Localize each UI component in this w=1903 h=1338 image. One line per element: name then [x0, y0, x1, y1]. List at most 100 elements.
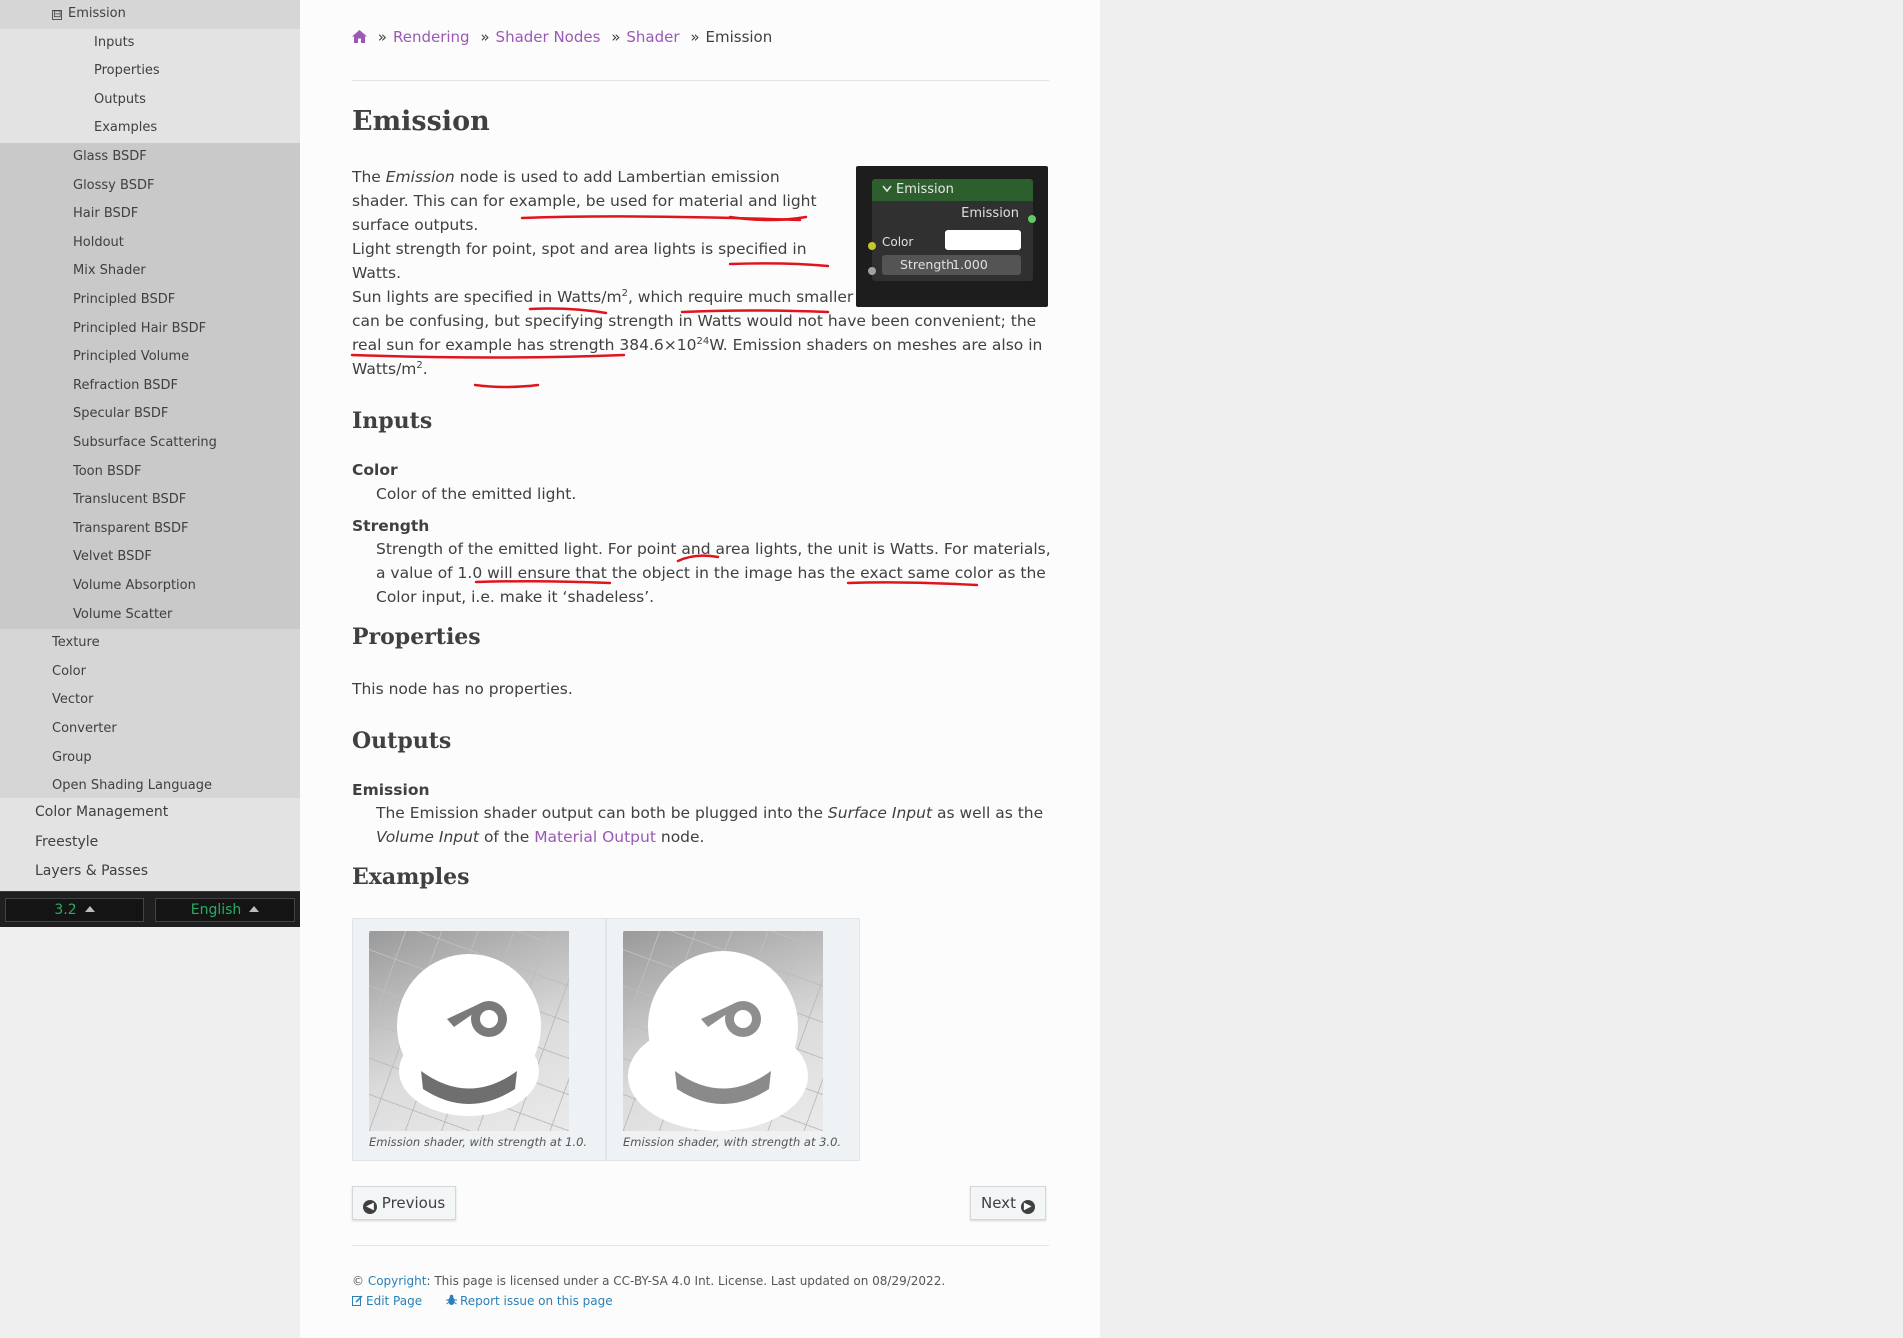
sidebar-item-volume-scatter[interactable]: Volume Scatter	[0, 600, 300, 630]
sidebar-item-mix-shader[interactable]: Mix Shader	[0, 257, 300, 286]
sidebar-item-freestyle[interactable]: Freestyle	[0, 827, 300, 857]
copyright-link[interactable]: Copyright	[368, 1274, 427, 1288]
page-title: Emission	[352, 106, 490, 137]
material-output-link[interactable]: Material Output	[534, 828, 656, 846]
breadcrumb-shader[interactable]: Shader	[626, 28, 679, 46]
strength-socket-icon	[868, 267, 876, 275]
breadcrumb-separator: »	[480, 28, 490, 46]
sidebar-item-outputs[interactable]: Outputs	[0, 85, 300, 115]
node-strength-value: 1.000	[952, 257, 988, 272]
emission-node-image: Emission Emission Color Strength 1.000	[856, 166, 1048, 307]
caret-up-icon	[84, 906, 95, 912]
sidebar-item-examples[interactable]: Examples	[0, 114, 300, 143]
sidebar-item-velvet-bsdf[interactable]: Velvet BSDF	[0, 543, 300, 572]
example-figure-1: Emission shader, with strength at 1.0.	[352, 918, 606, 1161]
breadcrumb-shader-nodes[interactable]: Shader Nodes	[496, 28, 601, 46]
sidebar-item-color[interactable]: Color	[0, 657, 300, 687]
edit-page-link[interactable]: Edit Page	[352, 1294, 422, 1308]
properties-text: This node has no properties.	[352, 680, 573, 698]
sidebar-item-toon-bsdf[interactable]: Toon BSDF	[0, 457, 300, 487]
previous-button[interactable]: ◀ Previous	[352, 1186, 457, 1220]
sidebar-item-specular-bsdf[interactable]: Specular BSDF	[0, 400, 300, 429]
sidebar-item-principled-bsdf[interactable]: Principled BSDF	[0, 286, 300, 315]
intro-paragraph-2: Light strength for point, spot and area …	[352, 240, 807, 282]
divider	[352, 80, 1049, 81]
version-label: 3.2	[54, 902, 77, 918]
main-content: » Rendering » Shader Nodes » Shader » Emissi…	[300, 0, 1100, 1338]
node-body: Emission Color Strength 1.000	[872, 201, 1033, 281]
breadcrumb-current: Emission	[705, 28, 773, 46]
emphasis: Emission	[385, 168, 455, 186]
term-emission: Emission	[352, 781, 430, 799]
blender-logo-icon	[628, 951, 808, 1131]
sidebar-item-translucent-bsdf[interactable]: Translucent BSDF	[0, 486, 300, 515]
node-color-swatch	[945, 230, 1021, 250]
footer-license: © Copyright: This page is licensed under…	[352, 1274, 946, 1288]
sidebar-item-principled-hair-bsdf[interactable]: Principled Hair BSDF	[0, 314, 300, 344]
term-strength: Strength	[352, 517, 430, 535]
caret-up-icon	[249, 906, 260, 912]
sidebar-item-volume-absorption[interactable]: Volume Absorption	[0, 572, 300, 601]
previous-label: Previous	[381, 1194, 446, 1212]
report-issue-link[interactable]: Report issue on this page	[445, 1294, 613, 1308]
breadcrumb: » Rendering » Shader Nodes » Shader » Emissi…	[352, 28, 772, 46]
version-switcher-bar: 3.2 English	[0, 891, 300, 927]
sidebar-item-principled-volume[interactable]: Principled Volume	[0, 343, 300, 372]
node-strength-field: Strength 1.000	[882, 255, 1021, 275]
version-button[interactable]: 3.2	[5, 898, 144, 922]
sidebar-item-inputs[interactable]: Inputs	[0, 28, 300, 58]
sidebar-item-glass-bsdf[interactable]: Glass BSDF	[0, 143, 300, 172]
sidebar-item-texture[interactable]: Texture	[0, 629, 300, 658]
node-header: Emission	[872, 179, 1033, 201]
bug-icon	[445, 1294, 457, 1305]
sidebar-item-hair-bsdf[interactable]: Hair BSDF	[0, 200, 300, 229]
sidebar-item-label: Emission	[68, 6, 126, 21]
example-caption-1: Emission shader, with strength at 1.0.	[369, 1135, 588, 1149]
sidebar-item-converter[interactable]: Converter	[0, 715, 300, 744]
divider	[352, 1245, 1049, 1246]
sidebar-item-properties[interactable]: Properties	[0, 57, 300, 86]
heading-outputs: Outputs	[352, 728, 452, 754]
heading-inputs: Inputs	[352, 408, 433, 434]
output-socket-icon	[1028, 215, 1036, 223]
collapse-icon[interactable]: ⊟	[52, 10, 62, 20]
sidebar-item-open-shading-language[interactable]: Open Shading Language	[0, 772, 300, 801]
example-figure-2: Emission shader, with strength at 3.0.	[606, 918, 860, 1161]
next-label: Next	[981, 1194, 1016, 1212]
sidebar-item-glossy-bsdf[interactable]: Glossy BSDF	[0, 171, 300, 201]
breadcrumb-separator: »	[690, 28, 700, 46]
blender-logo-icon	[397, 954, 541, 1116]
home-icon[interactable]	[352, 30, 367, 43]
sidebar-item-layers-passes[interactable]: Layers & Passes	[0, 857, 300, 891]
sidebar-item-subsurface-scattering[interactable]: Subsurface Scattering	[0, 429, 300, 458]
arrow-right-icon: ▶	[1020, 1200, 1035, 1214]
language-button[interactable]: English	[155, 898, 295, 922]
sidebar-item-group[interactable]: Group	[0, 743, 300, 773]
color-socket-icon	[868, 242, 876, 250]
desc-emission: The Emission shader output can both be p…	[376, 804, 1044, 846]
node-output-label: Emission	[961, 206, 1019, 221]
intro-paragraph-1: The Emission node is used to add Lambert…	[352, 168, 817, 234]
sidebar-item-emission[interactable]: ⊟ Emission	[0, 0, 300, 29]
breadcrumb-separator: »	[611, 28, 621, 46]
heading-properties: Properties	[352, 624, 481, 650]
node-input-color-label: Color	[882, 235, 914, 249]
breadcrumb-rendering[interactable]: Rendering	[393, 28, 470, 46]
example-image-1	[369, 931, 569, 1131]
arrow-left-icon: ◀	[363, 1200, 377, 1214]
sidebar-item-refraction-bsdf[interactable]: Refraction BSDF	[0, 371, 300, 401]
annotation-underline	[473, 383, 540, 389]
sidebar-item-vector[interactable]: Vector	[0, 686, 300, 715]
heading-examples: Examples	[352, 864, 470, 890]
sidebar-item-transparent-bsdf[interactable]: Transparent BSDF	[0, 514, 300, 544]
edit-icon	[352, 1295, 363, 1306]
desc-strength: Strength of the emitted light. For point…	[376, 540, 1051, 606]
sidebar-item-holdout[interactable]: Holdout	[0, 228, 300, 258]
next-button[interactable]: Next ▶	[970, 1186, 1046, 1220]
footer-actions: Edit Page Report issue on this page	[352, 1294, 613, 1308]
language-label: English	[190, 902, 242, 918]
example-caption-2: Emission shader, with strength at 3.0.	[623, 1135, 842, 1149]
page-gutter	[1100, 0, 1903, 1338]
sidebar-item-color-management[interactable]: Color Management	[0, 798, 300, 828]
breadcrumb-separator: »	[377, 28, 387, 46]
